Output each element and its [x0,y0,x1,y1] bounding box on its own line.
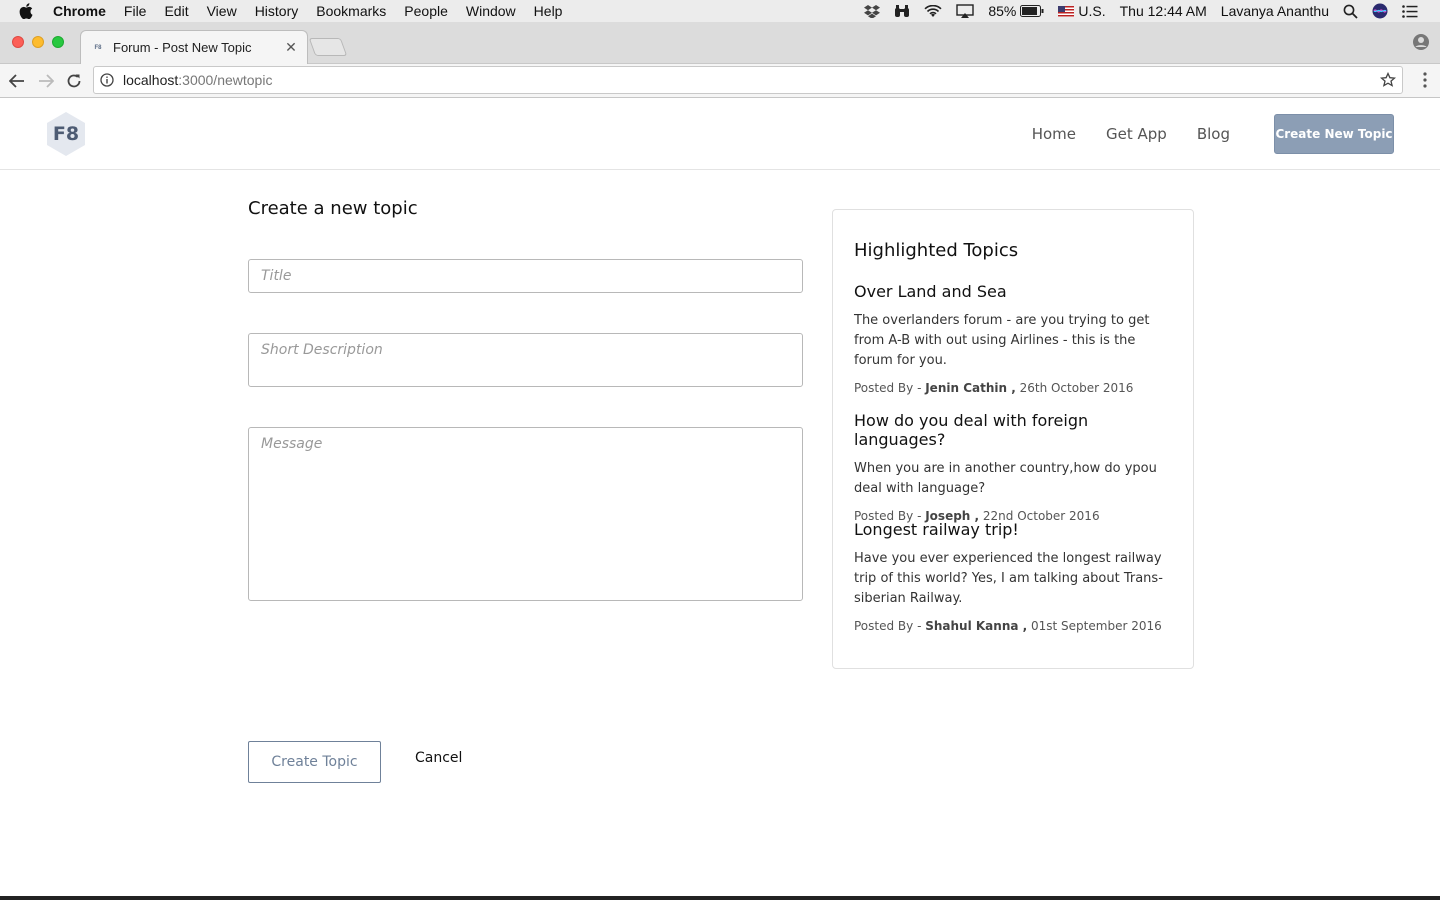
short-description-placeholder: Short Description [261,342,383,358]
topic-item: How do you deal with foreign languages? … [854,411,1174,523]
menu-help[interactable]: Help [534,3,563,19]
topic-date: 26th October 2016 [1015,381,1134,395]
url-host: localhost [123,72,179,88]
posted-by-label: Posted By - [854,381,926,395]
apple-icon[interactable] [19,3,37,19]
nav-home[interactable]: Home [1032,125,1076,143]
url-text: localhost:3000/newtopic [123,72,272,88]
short-description-input[interactable]: Short Description [248,333,803,387]
notification-center-icon[interactable] [1402,4,1418,18]
site-logo[interactable]: F8 [45,111,87,157]
siri-icon[interactable] [1372,3,1388,19]
menu-view[interactable]: View [207,3,237,19]
nav-get-app[interactable]: Get App [1106,125,1167,143]
window-bottom-edge [0,896,1440,900]
new-tab-button[interactable] [308,38,348,56]
close-tab-icon[interactable]: ✕ [283,39,299,56]
message-placeholder: Message [261,436,323,452]
main-nav: Home Get App Blog Create New Topic [1032,114,1394,154]
web-page: F8 Home Get App Blog Create New Topic Cr… [0,98,1440,896]
topic-title[interactable]: Longest railway trip! [854,520,1174,539]
topic-author: Jenin Cathin , [925,381,1016,395]
dropbox-icon[interactable] [864,4,881,18]
binoculars-icon[interactable] [894,4,910,18]
wifi-icon[interactable] [924,4,942,18]
airplay-icon[interactable] [956,4,975,18]
create-topic-button[interactable]: Create Topic [248,741,381,783]
url-path: :3000/newtopic [178,72,273,88]
profile-icon[interactable] [1412,33,1430,51]
minimize-window-button[interactable] [32,36,44,48]
message-textarea[interactable]: Message [248,427,803,601]
forward-arrow-icon[interactable] [37,72,55,90]
macos-menu-bar: Chrome File Edit View History Bookmarks … [0,0,1440,22]
topic-title[interactable]: How do you deal with foreign languages? [854,411,1174,449]
menu-window[interactable]: Window [466,3,516,19]
menu-edit[interactable]: Edit [164,3,188,19]
topic-body: The overlanders forum - are you trying t… [854,313,1150,368]
spotlight-icon[interactable] [1343,4,1358,19]
site-info-icon[interactable] [100,73,114,87]
menu-people[interactable]: People [404,3,448,19]
topic-item: Longest railway trip! Have you ever expe… [854,520,1174,633]
menu-bookmarks[interactable]: Bookmarks [316,3,386,19]
logo-text: F8 [52,123,80,145]
clock[interactable]: Thu 12:44 AM [1120,3,1207,19]
input-source[interactable]: U.S. [1078,3,1105,19]
highlighted-topics-panel: Highlighted Topics Over Land and Sea The… [832,209,1194,669]
tab-title: Forum - Post New Topic [113,40,252,55]
topic-date: 01st September 2016 [1027,619,1162,633]
create-new-topic-button[interactable]: Create New Topic [1274,114,1394,154]
close-window-button[interactable] [12,36,24,48]
nav-blog[interactable]: Blog [1197,125,1230,143]
topic-author: Shahul Kanna , [925,619,1028,633]
us-flag-icon[interactable] [1058,5,1075,17]
topic-title[interactable]: Over Land and Sea [854,282,1174,301]
favicon-icon: F8 [94,44,102,51]
topic-item: Over Land and Sea The overlanders forum … [854,282,1174,395]
address-bar[interactable]: localhost:3000/newtopic [93,66,1403,94]
form-heading: Create a new topic [248,198,418,219]
battery-percent[interactable]: 85% [988,3,1016,19]
browser-toolbar: localhost:3000/newtopic [0,64,1440,98]
new-topic-form: Create a new topic Title Short Descripti… [248,198,803,783]
browser-tab-strip: F8 Forum - Post New Topic ✕ [0,22,1440,64]
status-area: 85% U.S. Thu 12:44 AM Lavanya Ananthu [864,0,1440,22]
menu-file[interactable]: File [124,3,147,19]
topic-body: When you are in another country,how do y… [854,461,1157,496]
title-input[interactable]: Title [248,259,803,293]
battery-icon[interactable] [1020,5,1044,17]
reload-icon[interactable] [65,72,83,90]
topic-body: Have you ever experienced the longest ra… [854,551,1163,606]
cancel-link[interactable]: Cancel [415,750,462,766]
bookmark-star-icon[interactable] [1379,71,1397,88]
user-name[interactable]: Lavanya Ananthu [1221,3,1329,19]
menu-history[interactable]: History [255,3,299,19]
site-header: F8 Home Get App Blog Create New Topic [0,98,1440,170]
zoom-window-button[interactable] [52,36,64,48]
chrome-menu-icon[interactable] [1422,71,1428,89]
back-arrow-icon[interactable] [8,72,26,90]
posted-by-label: Posted By - [854,619,926,633]
browser-tab[interactable]: F8 Forum - Post New Topic ✕ [80,30,308,64]
highlighted-topics-heading: Highlighted Topics [854,240,1019,261]
title-placeholder: Title [261,268,292,284]
menu-app-name[interactable]: Chrome [53,3,106,19]
topic-meta: Posted By - Shahul Kanna , 01st Septembe… [854,619,1174,633]
topic-meta: Posted By - Jenin Cathin , 26th October … [854,381,1174,395]
